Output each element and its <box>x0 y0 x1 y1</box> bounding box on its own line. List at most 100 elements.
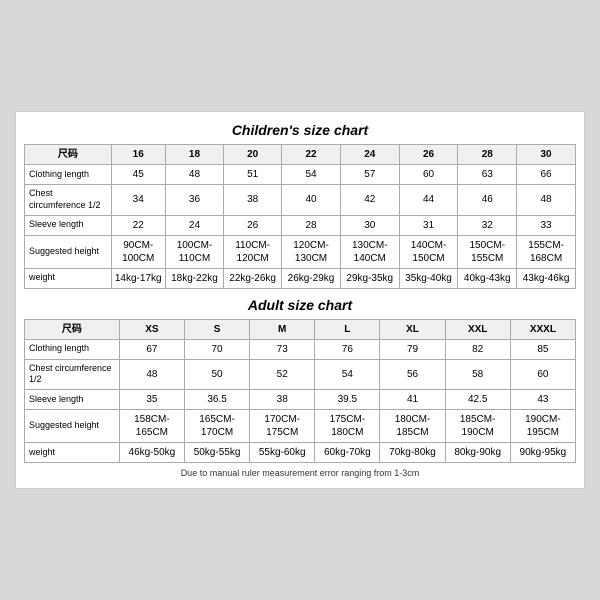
cell-value: 170CM-175CM <box>250 409 315 442</box>
children-chart-title: Children's size chart <box>24 122 576 138</box>
cell-value: 50 <box>184 359 249 389</box>
cell-value: 100CM-110CM <box>165 235 223 268</box>
cell-value: 155CM-168CM <box>517 235 576 268</box>
cell-value: 32 <box>458 215 517 235</box>
row-label: Chest circumference 1/2 <box>25 359 120 389</box>
cell-value: 110CM-120CM <box>224 235 282 268</box>
column-header: 16 <box>111 145 165 165</box>
column-header: 尺码 <box>25 319 120 339</box>
cell-value: 22kg-26kg <box>224 268 282 288</box>
table-row: Sleeve length2224262830313233 <box>25 215 576 235</box>
table-row: Chest circumference 1/23436384042444648 <box>25 185 576 215</box>
cell-value: 190CM-195CM <box>510 409 575 442</box>
column-header: L <box>315 319 380 339</box>
cell-value: 57 <box>340 165 399 185</box>
table-row: Clothing length67707376798285 <box>25 339 576 359</box>
column-header: XXXL <box>510 319 575 339</box>
cell-value: 60 <box>510 359 575 389</box>
cell-value: 30 <box>340 215 399 235</box>
cell-value: 52 <box>250 359 315 389</box>
cell-value: 140CM-150CM <box>399 235 458 268</box>
row-label: weight <box>25 268 112 288</box>
cell-value: 63 <box>458 165 517 185</box>
row-label: Clothing length <box>25 165 112 185</box>
cell-value: 56 <box>380 359 445 389</box>
cell-value: 36 <box>165 185 223 215</box>
cell-value: 44 <box>399 185 458 215</box>
cell-value: 70 <box>184 339 249 359</box>
column-header: 20 <box>224 145 282 165</box>
cell-value: 54 <box>282 165 341 185</box>
cell-value: 158CM-165CM <box>119 409 184 442</box>
cell-value: 40 <box>282 185 341 215</box>
cell-value: 90CM-100CM <box>111 235 165 268</box>
column-header: 18 <box>165 145 223 165</box>
cell-value: 85 <box>510 339 575 359</box>
cell-value: 48 <box>517 185 576 215</box>
cell-value: 60 <box>399 165 458 185</box>
cell-value: 34 <box>111 185 165 215</box>
cell-value: 18kg-22kg <box>165 268 223 288</box>
cell-value: 55kg-60kg <box>250 442 315 462</box>
cell-value: 73 <box>250 339 315 359</box>
table-row: Chest circumference 1/248505254565860 <box>25 359 576 389</box>
table-row: Suggested height90CM-100CM100CM-110CM110… <box>25 235 576 268</box>
cell-value: 150CM-155CM <box>458 235 517 268</box>
cell-value: 130CM-140CM <box>340 235 399 268</box>
cell-value: 175CM-180CM <box>315 409 380 442</box>
row-label: weight <box>25 442 120 462</box>
column-header: 尺码 <box>25 145 112 165</box>
cell-value: 45 <box>111 165 165 185</box>
row-label: Clothing length <box>25 339 120 359</box>
cell-value: 80kg-90kg <box>445 442 510 462</box>
cell-value: 60kg-70kg <box>315 442 380 462</box>
table-row: Clothing length4548515457606366 <box>25 165 576 185</box>
column-header: S <box>184 319 249 339</box>
cell-value: 26kg-29kg <box>282 268 341 288</box>
column-header: 28 <box>458 145 517 165</box>
column-header: XXL <box>445 319 510 339</box>
adult-chart-title: Adult size chart <box>24 297 576 313</box>
cell-value: 35kg-40kg <box>399 268 458 288</box>
cell-value: 66 <box>517 165 576 185</box>
cell-value: 76 <box>315 339 380 359</box>
cell-value: 39.5 <box>315 389 380 409</box>
cell-value: 67 <box>119 339 184 359</box>
cell-value: 38 <box>224 185 282 215</box>
column-header: 30 <box>517 145 576 165</box>
cell-value: 43kg-46kg <box>517 268 576 288</box>
row-label: Suggested height <box>25 409 120 442</box>
size-chart-container: Children's size chart 尺码1618202224262830… <box>15 111 585 489</box>
cell-value: 58 <box>445 359 510 389</box>
cell-value: 46kg-50kg <box>119 442 184 462</box>
cell-value: 185CM-190CM <box>445 409 510 442</box>
cell-value: 28 <box>282 215 341 235</box>
table-row: Sleeve length3536.53839.54142.543 <box>25 389 576 409</box>
cell-value: 50kg-55kg <box>184 442 249 462</box>
adult-size-table: 尺码XSSMLXLXXLXXXLClothing length677073767… <box>24 319 576 463</box>
cell-value: 82 <box>445 339 510 359</box>
cell-value: 29kg-35kg <box>340 268 399 288</box>
cell-value: 54 <box>315 359 380 389</box>
cell-value: 48 <box>165 165 223 185</box>
cell-value: 165CM-170CM <box>184 409 249 442</box>
cell-value: 120CM-130CM <box>282 235 341 268</box>
cell-value: 36.5 <box>184 389 249 409</box>
cell-value: 33 <box>517 215 576 235</box>
cell-value: 90kg-95kg <box>510 442 575 462</box>
column-header: M <box>250 319 315 339</box>
table-row: weight46kg-50kg50kg-55kg55kg-60kg60kg-70… <box>25 442 576 462</box>
cell-value: 51 <box>224 165 282 185</box>
row-label: Sleeve length <box>25 215 112 235</box>
cell-value: 79 <box>380 339 445 359</box>
cell-value: 70kg-80kg <box>380 442 445 462</box>
table-row: Suggested height158CM-165CM165CM-170CM17… <box>25 409 576 442</box>
cell-value: 22 <box>111 215 165 235</box>
column-header: 22 <box>282 145 341 165</box>
cell-value: 46 <box>458 185 517 215</box>
column-header: 24 <box>340 145 399 165</box>
cell-value: 26 <box>224 215 282 235</box>
column-header: 26 <box>399 145 458 165</box>
children-size-table: 尺码1618202224262830Clothing length4548515… <box>24 144 576 288</box>
cell-value: 24 <box>165 215 223 235</box>
